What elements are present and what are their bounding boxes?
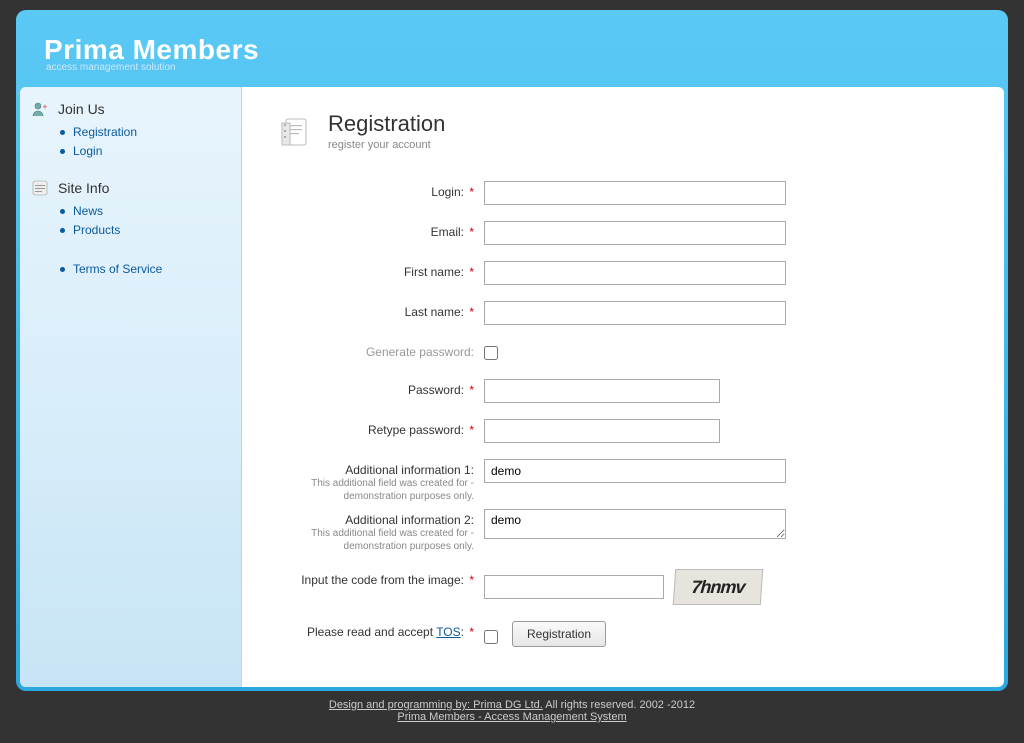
captcha-image: 7hnmv (673, 569, 764, 605)
user-add-icon (32, 101, 48, 117)
required-mark: * (469, 573, 474, 587)
page-header: Registration register your account (276, 111, 972, 151)
sidebar-item-registration[interactable]: Registration (60, 125, 229, 139)
first-name-input[interactable] (484, 261, 786, 285)
bullet-icon (60, 267, 65, 272)
footer: Design and programming by: Prima DG Ltd.… (0, 691, 1024, 743)
sidebar-group-title: Join Us (32, 101, 229, 117)
sidebar-group-label: Site Info (58, 180, 109, 196)
content: Join Us Registration Login (20, 87, 1004, 687)
footer-rights: All rights reserved. 2002 -2012 (543, 699, 695, 711)
sidebar-item-tos[interactable]: Terms of Service (60, 262, 229, 276)
email-input[interactable] (484, 221, 786, 245)
registration-form: Login: * Email: * First (284, 181, 972, 647)
first-name-label: First name: * (284, 261, 480, 279)
password-input[interactable] (484, 379, 720, 403)
sidebar-item-login[interactable]: Login (60, 144, 229, 158)
main: Registration register your account Login… (242, 87, 1004, 687)
footer-product-link[interactable]: Prima Members - Access Management System (397, 711, 626, 723)
required-mark: * (469, 265, 474, 279)
additional1-input[interactable] (484, 459, 786, 483)
sidebar-link[interactable]: Terms of Service (73, 262, 162, 276)
sidebar-link[interactable]: Products (73, 223, 120, 237)
sidebar-link[interactable]: News (73, 204, 103, 218)
sidebar-group-label: Join Us (58, 101, 105, 117)
additional1-label: Additional information 1: This additiona… (284, 459, 480, 503)
sidebar-item-products[interactable]: Products (60, 223, 229, 237)
last-name-input[interactable] (484, 301, 786, 325)
bullet-icon (60, 149, 65, 154)
password-label: Password: * (284, 379, 480, 397)
sidebar-link[interactable]: Registration (73, 125, 137, 139)
sidebar-group-site-info: Site Info News Products T (32, 180, 229, 276)
header: Prima Members access management solution (20, 14, 1004, 87)
required-mark: * (469, 185, 474, 199)
bullet-icon (60, 209, 65, 214)
sidebar-group-title: Site Info (32, 180, 229, 196)
page-subtitle: register your account (328, 139, 445, 151)
retype-password-input[interactable] (484, 419, 720, 443)
login-label: Login: * (284, 181, 480, 199)
captcha-input[interactable] (484, 575, 664, 599)
tos-link[interactable]: TOS (436, 625, 460, 639)
login-input[interactable] (484, 181, 786, 205)
email-label: Email: * (284, 221, 480, 239)
app-frame: Prima Members access management solution… (16, 10, 1008, 691)
captcha-label: Input the code from the image: * (284, 569, 480, 587)
additional2-hint: This additional field was created for - … (284, 527, 474, 553)
bullet-icon (60, 130, 65, 135)
sidebar: Join Us Registration Login (20, 87, 242, 687)
required-mark: * (469, 423, 474, 437)
page-title: Registration (328, 111, 445, 137)
sidebar-link[interactable]: Login (73, 144, 102, 158)
sidebar-item-news[interactable]: News (60, 204, 229, 218)
additional2-label: Additional information 2: This additiona… (284, 509, 480, 553)
retype-password-label: Retype password: * (284, 419, 480, 437)
generate-password-checkbox[interactable] (484, 346, 498, 360)
sidebar-group-join-us: Join Us Registration Login (32, 101, 229, 158)
tos-label: Please read and accept TOS: * (284, 621, 480, 639)
generate-password-label: Generate password: (284, 341, 480, 359)
additional2-textarea[interactable]: demo (484, 509, 786, 539)
last-name-label: Last name: * (284, 301, 480, 319)
document-icon (276, 115, 312, 151)
registration-submit-button[interactable]: Registration (512, 621, 606, 647)
required-mark: * (469, 225, 474, 239)
additional1-hint: This additional field was created for - … (284, 477, 474, 503)
bullet-icon (60, 228, 65, 233)
footer-credit-link[interactable]: Design and programming by: Prima DG Ltd. (329, 699, 543, 711)
required-mark: * (469, 625, 474, 639)
app-title: Prima Members (44, 36, 980, 64)
tos-checkbox[interactable] (484, 630, 498, 644)
info-icon (32, 180, 48, 196)
required-mark: * (469, 305, 474, 319)
required-mark: * (469, 383, 474, 397)
